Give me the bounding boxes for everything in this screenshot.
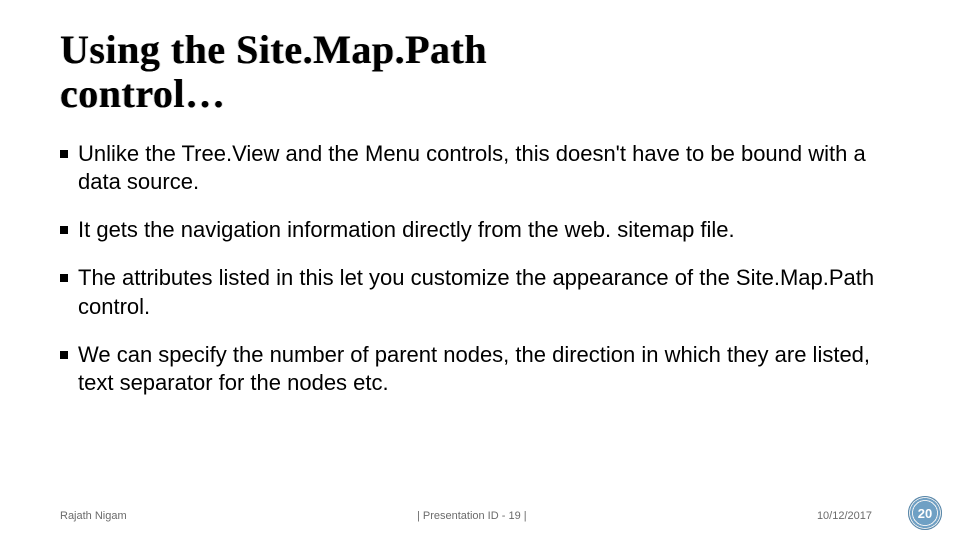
slide: Using the Site.Map.Path control… Unlike … (0, 0, 960, 540)
title-line-1: Using the Site.Map.Path (60, 27, 487, 72)
bullet-item: Unlike the Tree.View and the Menu contro… (60, 140, 900, 196)
page-number: 20 (918, 506, 932, 521)
bullet-text: Unlike the Tree.View and the Menu contro… (78, 141, 866, 194)
footer-presentation-id: | Presentation ID - 19 | (127, 510, 817, 522)
footer-date: 10/12/2017 (817, 510, 872, 522)
bullet-item: We can specify the number of parent node… (60, 341, 900, 397)
bullet-item: The attributes listed in this let you cu… (60, 264, 900, 320)
slide-title: Using the Site.Map.Path control… (60, 28, 900, 116)
bullet-list: Unlike the Tree.View and the Menu contro… (60, 140, 900, 397)
bullet-item: It gets the navigation information direc… (60, 216, 900, 244)
bullet-text: It gets the navigation information direc… (78, 217, 735, 242)
bullet-text: The attributes listed in this let you cu… (78, 265, 874, 318)
title-line-2: control… (60, 71, 225, 116)
slide-footer: Rajath Nigam | Presentation ID - 19 | 10… (0, 510, 960, 522)
page-number-badge: 20 (908, 496, 942, 530)
footer-author: Rajath Nigam (60, 510, 127, 522)
bullet-text: We can specify the number of parent node… (78, 342, 870, 395)
